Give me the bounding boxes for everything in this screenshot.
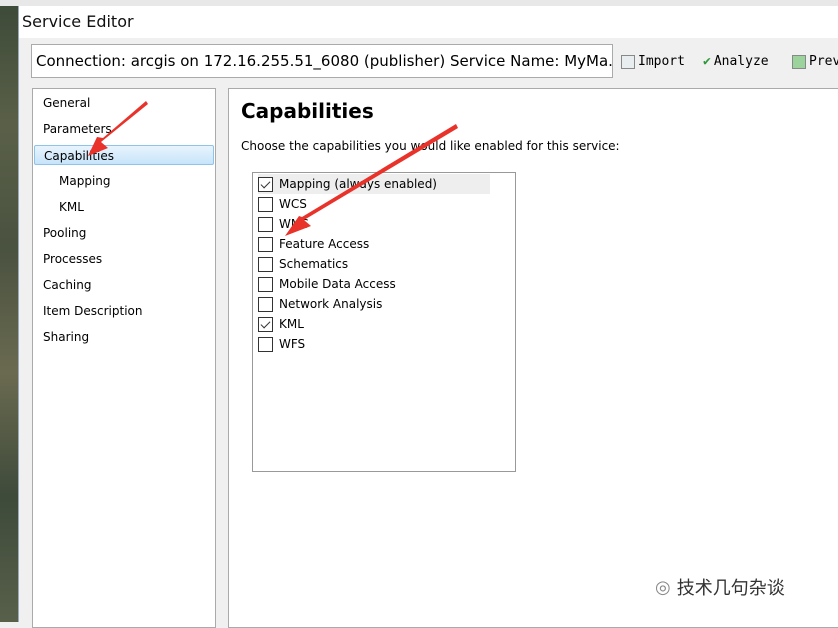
sidebar-nav: General Parameters Capabilities Mapping KML P… [32, 88, 216, 628]
checkbox[interactable] [258, 216, 273, 232]
checkbox[interactable] [258, 196, 273, 212]
sidebar-item-mapping[interactable]: Mapping [59, 171, 111, 191]
page-title: Capabilities [241, 99, 374, 123]
capability-item[interactable]: Network Analysis [258, 294, 382, 314]
capabilities-panel: Capabilities Choose the capabilities you… [228, 88, 838, 628]
capability-label: WCS [279, 197, 307, 211]
sidebar-item-caching[interactable]: Caching [43, 275, 92, 295]
capability-label: Mapping (always enabled) [279, 177, 437, 191]
wechat-icon: ◎ [655, 576, 671, 598]
sidebar-item-sharing[interactable]: Sharing [43, 327, 89, 347]
capability-label: Mobile Data Access [279, 277, 396, 291]
checkbox[interactable] [258, 316, 273, 332]
capability-item[interactable]: WCS [258, 194, 307, 214]
connection-field: Connection: arcgis on 172.16.255.51_6080… [31, 44, 613, 78]
capability-label: Schematics [279, 257, 349, 271]
sidebar-item-capabilities[interactable]: Capabilities [34, 145, 214, 165]
checkbox[interactable] [258, 256, 273, 272]
capabilities-list: Mapping (always enabled) WCS WMS Feature Ac… [252, 172, 516, 472]
service-editor-window: Service Editor Connection: arcgis on 172… [18, 6, 838, 628]
capability-label: KML [279, 317, 304, 331]
preview-button[interactable]: Prev [792, 54, 838, 69]
analyze-button[interactable]: ✔ Analyze [703, 54, 769, 69]
capability-item[interactable]: Schematics [258, 254, 348, 274]
sidebar-item-general[interactable]: General [43, 93, 90, 113]
import-button[interactable]: Import [621, 54, 685, 69]
checkbox[interactable] [258, 336, 273, 352]
watermark: ◎ 技术几句杂谈 [655, 576, 785, 600]
sidebar-item-item-description[interactable]: Item Description [43, 301, 142, 321]
capability-item[interactable]: WMS [258, 214, 309, 234]
sidebar-item-pooling[interactable]: Pooling [43, 223, 86, 243]
capability-item[interactable]: Mobile Data Access [258, 274, 396, 294]
description: Choose the capabilities you would like e… [241, 139, 620, 153]
preview-icon [792, 54, 806, 69]
capability-item[interactable]: WFS [258, 334, 305, 354]
capability-label: Feature Access [279, 237, 370, 251]
capability-item[interactable]: Mapping (always enabled) [258, 174, 490, 194]
capability-label: Network Analysis [279, 297, 383, 311]
background-map [0, 0, 18, 622]
capability-label: WMS [279, 217, 309, 231]
capability-item[interactable]: Feature Access [258, 234, 369, 254]
capability-label: WFS [279, 337, 306, 351]
checkmark-icon: ✔ [703, 54, 711, 69]
window-title: Service Editor [22, 12, 134, 31]
checkbox[interactable] [258, 276, 273, 292]
sidebar-item-processes[interactable]: Processes [43, 249, 102, 269]
capability-item[interactable]: KML [258, 314, 304, 334]
import-icon [621, 54, 635, 69]
checkbox[interactable] [258, 236, 273, 252]
sidebar-item-parameters[interactable]: Parameters [43, 119, 112, 139]
sidebar-item-kml[interactable]: KML [59, 197, 84, 217]
checkbox[interactable] [258, 296, 273, 312]
title-bar [19, 6, 838, 38]
checkbox[interactable] [258, 176, 273, 192]
